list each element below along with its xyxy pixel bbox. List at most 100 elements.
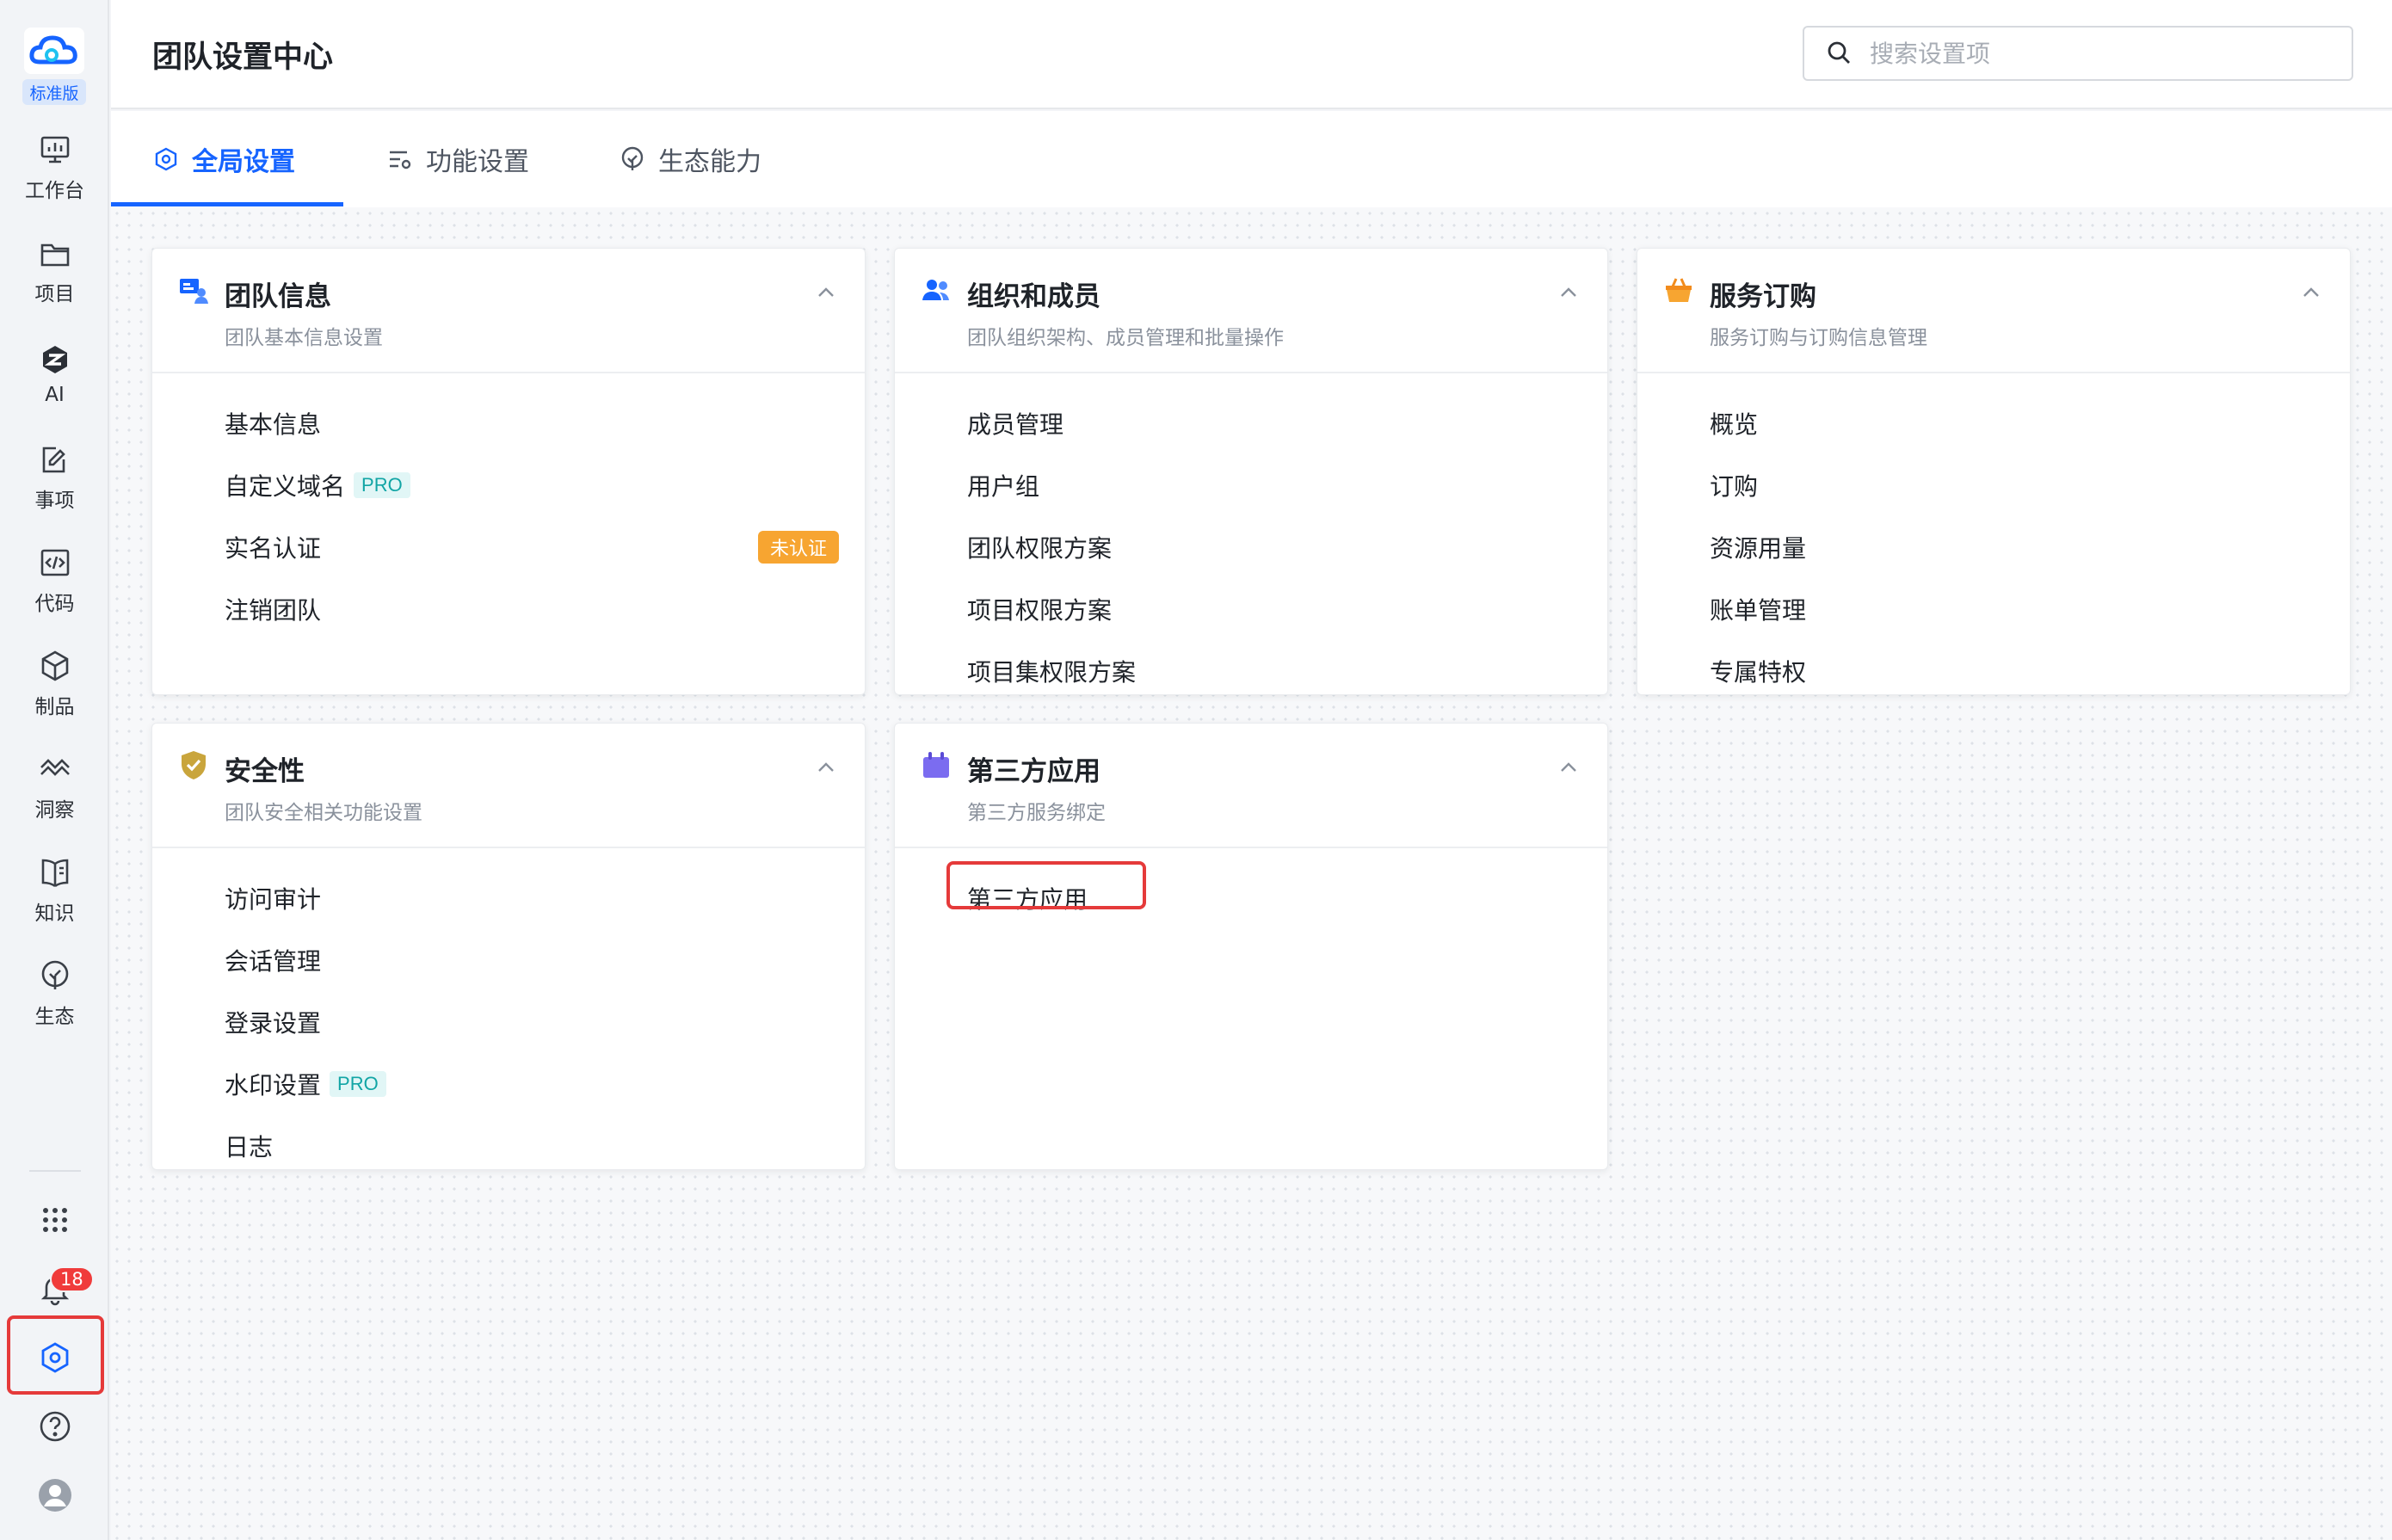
sidebar-item-label: AI xyxy=(45,384,65,406)
sidebar-item-projects[interactable]: 项目 xyxy=(0,224,109,318)
settings-content: 团队信息 团队基本信息设置 基本信息 自定义域名 PRO 实名认证 未认证 注销团队… xyxy=(111,207,2392,1540)
card-subtitle: 第三方服务绑定 xyxy=(967,802,1106,824)
item-label: 注销团队 xyxy=(225,596,322,625)
item-program-permission-scheme[interactable]: 项目集权限方案 xyxy=(895,640,1607,702)
search-box[interactable] xyxy=(1803,26,2353,81)
sidebar-item-insight[interactable]: 洞察 xyxy=(0,740,109,835)
avatar-icon xyxy=(38,1479,71,1512)
item-overview[interactable]: 概览 xyxy=(1637,392,2350,454)
sidebar-item-label: 代码 xyxy=(34,593,75,615)
item-custom-domain[interactable]: 自定义域名 PRO xyxy=(152,454,865,516)
item-label: 专属特权 xyxy=(1710,658,1807,687)
book-icon xyxy=(41,859,68,888)
item-delete-team[interactable]: 注销团队 xyxy=(152,578,865,640)
page-title: 团队设置中心 xyxy=(152,40,334,75)
sidebar-item-label: 知识 xyxy=(34,902,75,925)
item-logs[interactable]: 日志 xyxy=(152,1115,865,1177)
search-icon xyxy=(1828,41,1850,64)
item-third-party-apps[interactable]: 第三方应用 xyxy=(895,867,1607,929)
card-subtitle: 服务订购与订购信息管理 xyxy=(1710,327,1927,349)
sidebar-item-ecosystem[interactable]: 生态 xyxy=(0,946,109,1041)
item-label: 基本信息 xyxy=(225,410,322,439)
card-header: 团队信息 团队基本信息设置 xyxy=(152,249,865,373)
item-real-name-auth[interactable]: 实名认证 未认证 xyxy=(152,516,865,578)
tab-label: 生态能力 xyxy=(658,147,761,177)
item-resource-usage[interactable]: 资源用量 xyxy=(1637,516,2350,578)
item-billing[interactable]: 账单管理 xyxy=(1637,578,2350,640)
list-settings-icon xyxy=(390,151,411,169)
card-header: 第三方应用 第三方服务绑定 xyxy=(895,724,1607,848)
sidebar-item-ai[interactable]: AI xyxy=(0,327,109,422)
shopping-basket-icon xyxy=(1666,278,1692,302)
apps-grid-button[interactable] xyxy=(0,1190,109,1250)
chevron-up-icon[interactable] xyxy=(813,280,839,305)
item-label: 会话管理 xyxy=(225,947,322,976)
item-watermark-settings[interactable]: 水印设置 PRO xyxy=(152,1053,865,1115)
item-member-management[interactable]: 成员管理 xyxy=(895,392,1607,454)
item-purchase[interactable]: 订购 xyxy=(1637,454,2350,516)
item-label: 第三方应用 xyxy=(967,885,1088,914)
sidebar-item-label: 项目 xyxy=(34,283,75,305)
help-button[interactable] xyxy=(0,1396,109,1457)
item-login-settings[interactable]: 登录设置 xyxy=(152,991,865,1053)
item-label: 访问审计 xyxy=(225,885,322,914)
header: 团队设置中心 xyxy=(111,0,2392,109)
card-header: 服务订购 服务订购与订购信息管理 xyxy=(1637,249,2350,373)
item-label: 项目集权限方案 xyxy=(967,658,1137,687)
sidebar-item-code[interactable]: 代码 xyxy=(0,533,109,628)
item-label: 概览 xyxy=(1710,410,1759,439)
tab-ecosystem[interactable]: 生态能力 xyxy=(619,111,761,207)
item-label: 账单管理 xyxy=(1710,596,1807,625)
help-icon xyxy=(40,1411,70,1442)
card-subtitle: 团队安全相关功能设置 xyxy=(225,802,422,824)
tab-global-settings[interactable]: 全局设置 xyxy=(152,111,295,207)
card-subtitle: 团队组织架构、成员管理和批量操作 xyxy=(967,327,1284,349)
app-logo[interactable]: 标准版 xyxy=(21,26,88,105)
item-user-groups[interactable]: 用户组 xyxy=(895,454,1607,516)
item-project-permission-scheme[interactable]: 项目权限方案 xyxy=(895,578,1607,640)
item-label: 团队权限方案 xyxy=(967,534,1113,563)
chevron-up-icon[interactable] xyxy=(1556,755,1581,780)
edition-badge: 标准版 xyxy=(22,79,86,105)
sidebar-item-knowledge[interactable]: 知识 xyxy=(0,843,109,938)
chevron-up-icon[interactable] xyxy=(813,755,839,780)
sidebar-item-label: 洞察 xyxy=(34,799,75,822)
item-access-audit[interactable]: 访问审计 xyxy=(152,867,865,929)
card-subtitle: 团队基本信息设置 xyxy=(225,327,383,349)
item-label: 水印设置 xyxy=(225,1071,322,1100)
sidebar-item-tasks[interactable]: 事项 xyxy=(0,430,109,525)
search-input[interactable] xyxy=(1870,39,2334,68)
package-icon xyxy=(41,650,68,681)
members-icon xyxy=(922,280,949,300)
card-title: 安全性 xyxy=(225,756,305,787)
insight-icon xyxy=(40,759,70,776)
code-icon xyxy=(40,549,69,576)
item-label: 资源用量 xyxy=(1710,534,1807,563)
item-exclusive-privileges[interactable]: 专属特权 xyxy=(1637,640,2350,702)
item-label: 项目权限方案 xyxy=(967,596,1113,625)
active-tab-indicator xyxy=(111,202,343,206)
item-team-permission-scheme[interactable]: 团队权限方案 xyxy=(895,516,1607,578)
cloud-logo-icon xyxy=(24,28,84,74)
item-session-management[interactable]: 会话管理 xyxy=(152,929,865,991)
shield-check-icon xyxy=(182,751,206,779)
task-icon xyxy=(42,447,65,473)
user-avatar-button[interactable] xyxy=(0,1465,109,1525)
chevron-up-icon[interactable] xyxy=(1556,280,1581,305)
tab-feature-settings[interactable]: 功能设置 xyxy=(386,111,529,207)
item-label: 订购 xyxy=(1710,472,1759,501)
item-basic-info[interactable]: 基本信息 xyxy=(152,392,865,454)
tab-label: 功能设置 xyxy=(426,147,529,177)
chevron-up-icon[interactable] xyxy=(2298,280,2324,305)
team-info-icon xyxy=(180,279,208,304)
apps-grid-icon xyxy=(42,1208,67,1232)
card-team-info: 团队信息 团队基本信息设置 基本信息 自定义域名 PRO 实名认证 未认证 注销团队 xyxy=(151,248,866,695)
calendar-apps-icon xyxy=(923,752,949,778)
sidebar-item-artifacts[interactable]: 制品 xyxy=(0,637,109,731)
settings-highlight-box xyxy=(7,1315,104,1395)
sidebar-item-workbench[interactable]: 工作台 xyxy=(0,120,109,215)
card-security: 安全性 团队安全相关功能设置 访问审计 会话管理 登录设置 水印设置 PRO 日志 xyxy=(151,723,866,1170)
notification-count-badge: 18 xyxy=(50,1266,94,1292)
hexagon-settings-icon xyxy=(155,147,177,171)
card-title: 组织和成员 xyxy=(967,281,1100,312)
